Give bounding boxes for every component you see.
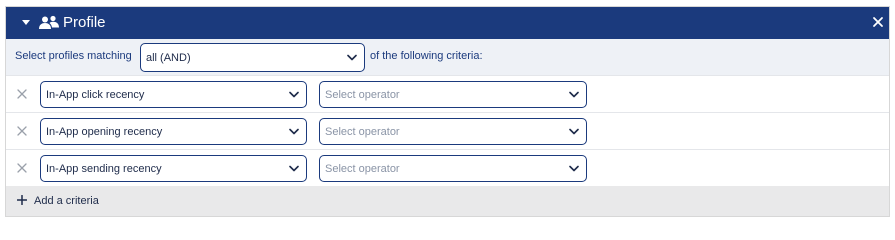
- chevron-down-icon: [569, 91, 579, 98]
- add-criteria-button[interactable]: Add a criteria: [6, 186, 889, 216]
- remove-criteria-icon[interactable]: [17, 163, 27, 173]
- profile-panel: Profile Select profiles matching all (AN…: [5, 6, 890, 217]
- remove-criteria-icon[interactable]: [17, 126, 27, 136]
- criteria-field-value: In-App click recency: [46, 89, 145, 101]
- match-label: Select profiles matching: [15, 50, 132, 62]
- chevron-down-icon: [569, 165, 579, 172]
- criteria-operator-select[interactable]: Select operator: [319, 81, 587, 108]
- criteria-field-select[interactable]: In-App opening recency: [40, 118, 307, 145]
- criteria-operator-select[interactable]: Select operator: [319, 155, 587, 182]
- criteria-operator-placeholder: Select operator: [325, 163, 400, 175]
- chevron-down-icon: [289, 165, 299, 172]
- match-mode-value: all (AND): [146, 52, 191, 64]
- match-mode-row: Select profiles matching all (AND) of th…: [6, 39, 889, 75]
- collapse-caret-icon[interactable]: [22, 20, 30, 25]
- criteria-row: In-App click recency Select operator: [6, 75, 889, 112]
- criteria-row: In-App sending recency Select operator: [6, 149, 889, 186]
- panel-header[interactable]: Profile: [6, 7, 889, 39]
- users-icon: [39, 15, 59, 29]
- add-criteria-label: Add a criteria: [34, 195, 99, 207]
- chevron-down-icon: [347, 54, 357, 61]
- criteria-operator-placeholder: Select operator: [325, 126, 400, 138]
- chevron-down-icon: [289, 128, 299, 135]
- match-suffix: of the following criteria:: [370, 50, 483, 62]
- chevron-down-icon: [569, 128, 579, 135]
- criteria-field-value: In-App sending recency: [46, 163, 162, 175]
- criteria-operator-placeholder: Select operator: [325, 89, 400, 101]
- remove-criteria-icon[interactable]: [17, 89, 27, 99]
- criteria-row: In-App opening recency Select operator: [6, 112, 889, 149]
- criteria-operator-select[interactable]: Select operator: [319, 118, 587, 145]
- plus-icon: [17, 195, 27, 205]
- close-icon[interactable]: [871, 15, 885, 29]
- match-mode-select[interactable]: all (AND): [140, 43, 365, 72]
- criteria-field-value: In-App opening recency: [46, 126, 163, 138]
- criteria-field-select[interactable]: In-App click recency: [40, 81, 307, 108]
- chevron-down-icon: [289, 91, 299, 98]
- criteria-field-select[interactable]: In-App sending recency: [40, 155, 307, 182]
- panel-title: Profile: [63, 14, 106, 31]
